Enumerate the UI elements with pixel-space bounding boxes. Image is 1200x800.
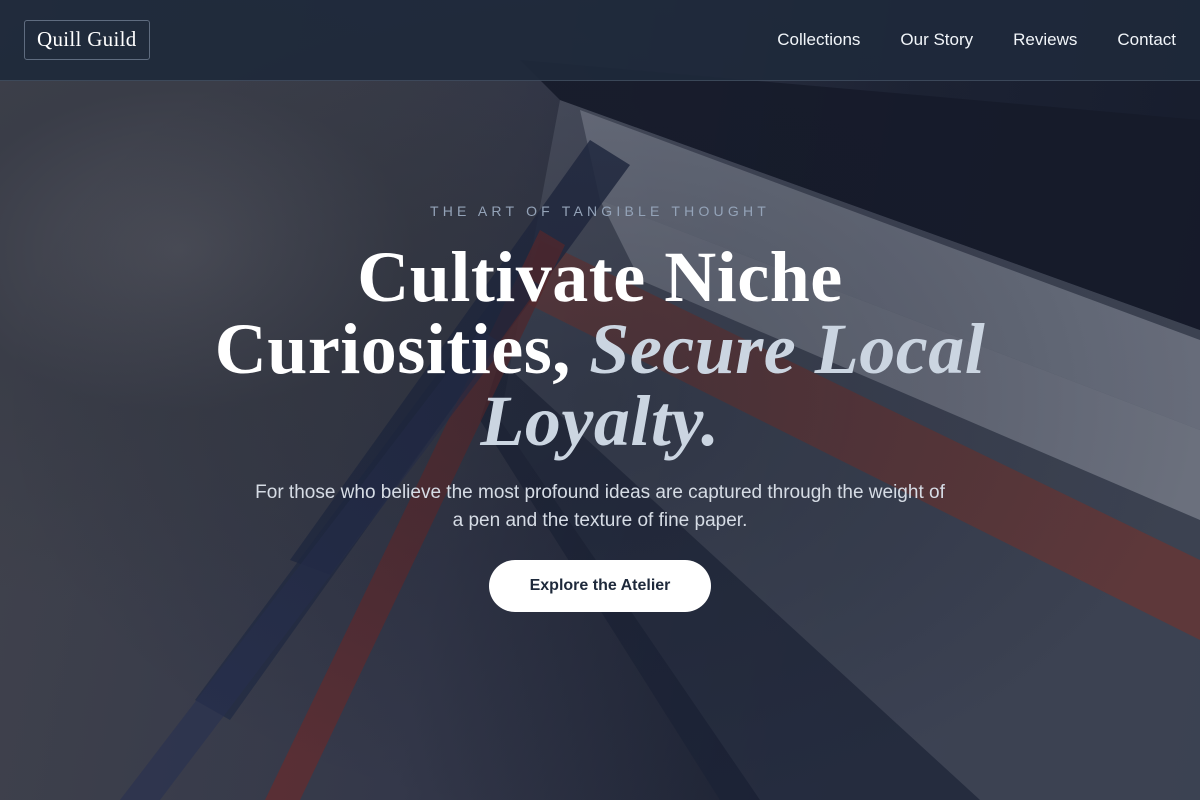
nav-link-reviews[interactable]: Reviews <box>1013 30 1077 50</box>
explore-atelier-button[interactable]: Explore the Atelier <box>489 560 711 612</box>
hero-section: THE ART OF TANGIBLE THOUGHT Cultivate Ni… <box>0 81 1200 800</box>
hero-eyebrow: THE ART OF TANGIBLE THOUGHT <box>429 203 771 219</box>
nav-link-collections[interactable]: Collections <box>777 30 860 50</box>
site-header: Quill Guild Collections Our Story Review… <box>0 0 1200 81</box>
nav-link-our-story[interactable]: Our Story <box>900 30 973 50</box>
headline-line-2: Curiosities, <box>214 309 571 389</box>
hero-headline: Cultivate Niche Curiosities, Secure Loca… <box>150 241 1050 457</box>
main-nav: Collections Our Story Reviews Contact <box>777 30 1176 50</box>
hero-subtext: For those who believe the most profound … <box>255 482 945 531</box>
nav-link-contact[interactable]: Contact <box>1117 30 1176 50</box>
brand-logo[interactable]: Quill Guild <box>24 20 150 60</box>
headline-line-1: Cultivate Niche <box>357 237 843 317</box>
